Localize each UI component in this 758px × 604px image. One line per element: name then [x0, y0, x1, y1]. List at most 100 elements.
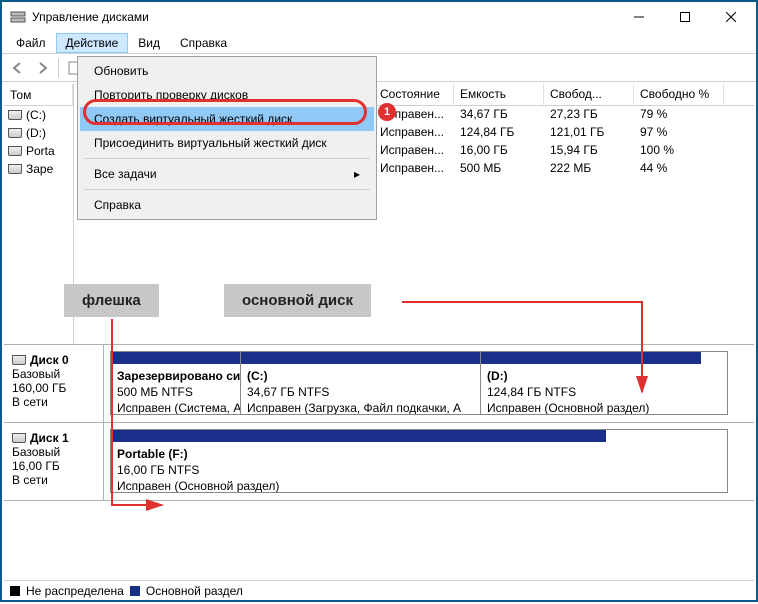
col-header-state[interactable]: Состояние — [374, 84, 454, 105]
disk-size: 16,00 ГБ — [12, 459, 95, 473]
volume-name: Porta — [26, 144, 55, 158]
partition-color-bar — [481, 352, 701, 364]
partition-size: 16,00 ГБ NTFS — [117, 462, 600, 478]
disk-row: Диск 0Базовый160,00 ГБВ сетиЗарезервиров… — [4, 345, 754, 423]
drive-icon — [8, 110, 22, 120]
dd-refresh[interactable]: Обновить — [80, 59, 374, 83]
minimize-button[interactable] — [616, 2, 662, 32]
dd-create-vhd[interactable]: Создать виртуальный жесткий диск — [80, 107, 374, 131]
partition-color-bar — [111, 430, 606, 442]
legend-swatch-primary — [130, 586, 140, 596]
cell-pct: 79 % — [634, 106, 724, 124]
app-icon — [10, 9, 26, 25]
partition-name: (D:) — [487, 368, 695, 384]
dd-help[interactable]: Справка — [80, 193, 374, 217]
volume-data-row[interactable]: Исправен...34,67 ГБ27,23 ГБ79 % — [374, 106, 754, 124]
cell-free: 121,01 ГБ — [544, 124, 634, 142]
dd-attach-vhd[interactable]: Присоединить виртуальный жесткий диск — [80, 131, 374, 155]
cell-state: Исправен... — [374, 124, 454, 142]
partition-status: Исправен (Загрузка, Файл подкачки, А — [247, 400, 474, 414]
volume-data-row[interactable]: Исправен...16,00 ГБ15,94 ГБ100 % — [374, 142, 754, 160]
disk-bar: Зарезервировано си500 МБ NTFSИсправен (С… — [110, 351, 728, 415]
volume-row[interactable]: Заре — [4, 160, 73, 178]
partition-color-bar — [241, 352, 480, 364]
menu-view[interactable]: Вид — [128, 33, 170, 53]
drive-icon — [8, 164, 22, 174]
volume-name: (C:) — [26, 108, 46, 122]
titlebar: Управление дисками — [2, 2, 756, 32]
cell-state: Исправен... — [374, 142, 454, 160]
cell-free: 222 МБ — [544, 160, 634, 178]
disk-map: Диск 0Базовый160,00 ГБВ сетиЗарезервиров… — [4, 344, 754, 578]
cell-cap: 500 МБ — [454, 160, 544, 178]
window-title: Управление дисками — [32, 10, 616, 24]
close-button[interactable] — [708, 2, 754, 32]
cell-pct: 100 % — [634, 142, 724, 160]
disk-name: Диск 0 — [30, 353, 69, 367]
partition-name: (C:) — [247, 368, 474, 384]
cell-cap: 34,67 ГБ — [454, 106, 544, 124]
col-header-pct[interactable]: Свободно % — [634, 84, 724, 105]
disk-header[interactable]: Диск 1Базовый16,00 ГБВ сети — [4, 423, 104, 500]
disk-header[interactable]: Диск 0Базовый160,00 ГБВ сети — [4, 345, 104, 422]
dd-all-tasks-label: Все задачи — [94, 167, 157, 181]
disk-name: Диск 1 — [30, 431, 69, 445]
col-header-tom[interactable]: Том — [4, 84, 73, 106]
cell-free: 15,94 ГБ — [544, 142, 634, 160]
partition[interactable]: (C:)34,67 ГБ NTFSИсправен (Загрузка, Фай… — [241, 352, 481, 414]
cell-pct: 97 % — [634, 124, 724, 142]
partition[interactable]: Portable (F:)16,00 ГБ NTFSИсправен (Осно… — [111, 430, 606, 492]
annotation-labels: флешка основной диск — [4, 284, 754, 326]
legend-unalloc: Не распределена — [26, 584, 124, 598]
toolbar-separator — [58, 58, 59, 78]
partition[interactable]: (D:)124,84 ГБ NTFSИсправен (Основной раз… — [481, 352, 701, 414]
disk-bar: Portable (F:)16,00 ГБ NTFSИсправен (Осно… — [110, 429, 728, 493]
disk-type: Базовый — [12, 367, 95, 381]
volume-row[interactable]: (D:) — [4, 124, 73, 142]
cell-cap: 124,84 ГБ — [454, 124, 544, 142]
disk-icon — [12, 433, 26, 443]
disk-body: Portable (F:)16,00 ГБ NTFSИсправен (Осно… — [104, 423, 754, 500]
menu-file[interactable]: Файл — [6, 33, 56, 53]
legend-swatch-unalloc — [10, 586, 20, 596]
disk-status: В сети — [12, 473, 95, 487]
volume-row[interactable]: Porta — [4, 142, 73, 160]
partition-size: 124,84 ГБ NTFS — [487, 384, 695, 400]
partition-status: Исправен (Основной раздел) — [487, 400, 695, 414]
window-controls — [616, 2, 754, 32]
volume-name: Заре — [26, 162, 53, 176]
maximize-button[interactable] — [662, 2, 708, 32]
volume-name: (D:) — [26, 126, 46, 140]
back-button[interactable] — [8, 58, 28, 78]
menu-action[interactable]: Действие — [56, 33, 129, 53]
volume-data-row[interactable]: Исправен...500 МБ222 МБ44 % — [374, 160, 754, 178]
col-header-free[interactable]: Свобод... — [544, 84, 634, 105]
partition-color-bar — [111, 352, 240, 364]
tag-main: основной диск — [224, 284, 371, 317]
disk-row: Диск 1Базовый16,00 ГБВ сетиPortable (F:)… — [4, 423, 754, 501]
menu-help[interactable]: Справка — [170, 33, 237, 53]
legend: Не распределена Основной раздел — [4, 580, 754, 600]
chevron-right-icon: ▸ — [354, 167, 360, 181]
dd-separator — [84, 158, 370, 159]
disk-icon — [12, 355, 26, 365]
dd-separator — [84, 189, 370, 190]
volume-data-row[interactable]: Исправен...124,84 ГБ121,01 ГБ97 % — [374, 124, 754, 142]
volume-headers: Состояние Емкость Свобод... Свободно % — [374, 84, 754, 106]
forward-button[interactable] — [32, 58, 52, 78]
partition-status: Исправен (Система, А — [117, 400, 234, 414]
cell-cap: 16,00 ГБ — [454, 142, 544, 160]
partition[interactable]: Зарезервировано си500 МБ NTFSИсправен (С… — [111, 352, 241, 414]
partition-name: Зарезервировано си — [117, 368, 234, 384]
legend-primary: Основной раздел — [146, 584, 243, 598]
volume-row[interactable]: (C:) — [4, 106, 73, 124]
cell-state: Исправен... — [374, 160, 454, 178]
disk-size: 160,00 ГБ — [12, 381, 95, 395]
partition-size: 34,67 ГБ NTFS — [247, 384, 474, 400]
dd-all-tasks[interactable]: Все задачи ▸ — [80, 162, 374, 186]
cell-free: 27,23 ГБ — [544, 106, 634, 124]
dd-rescan[interactable]: Повторить проверку дисков — [80, 83, 374, 107]
menubar: Файл Действие Вид Справка — [2, 32, 756, 54]
disk-body: Зарезервировано си500 МБ NTFSИсправен (С… — [104, 345, 754, 422]
col-header-capacity[interactable]: Емкость — [454, 84, 544, 105]
